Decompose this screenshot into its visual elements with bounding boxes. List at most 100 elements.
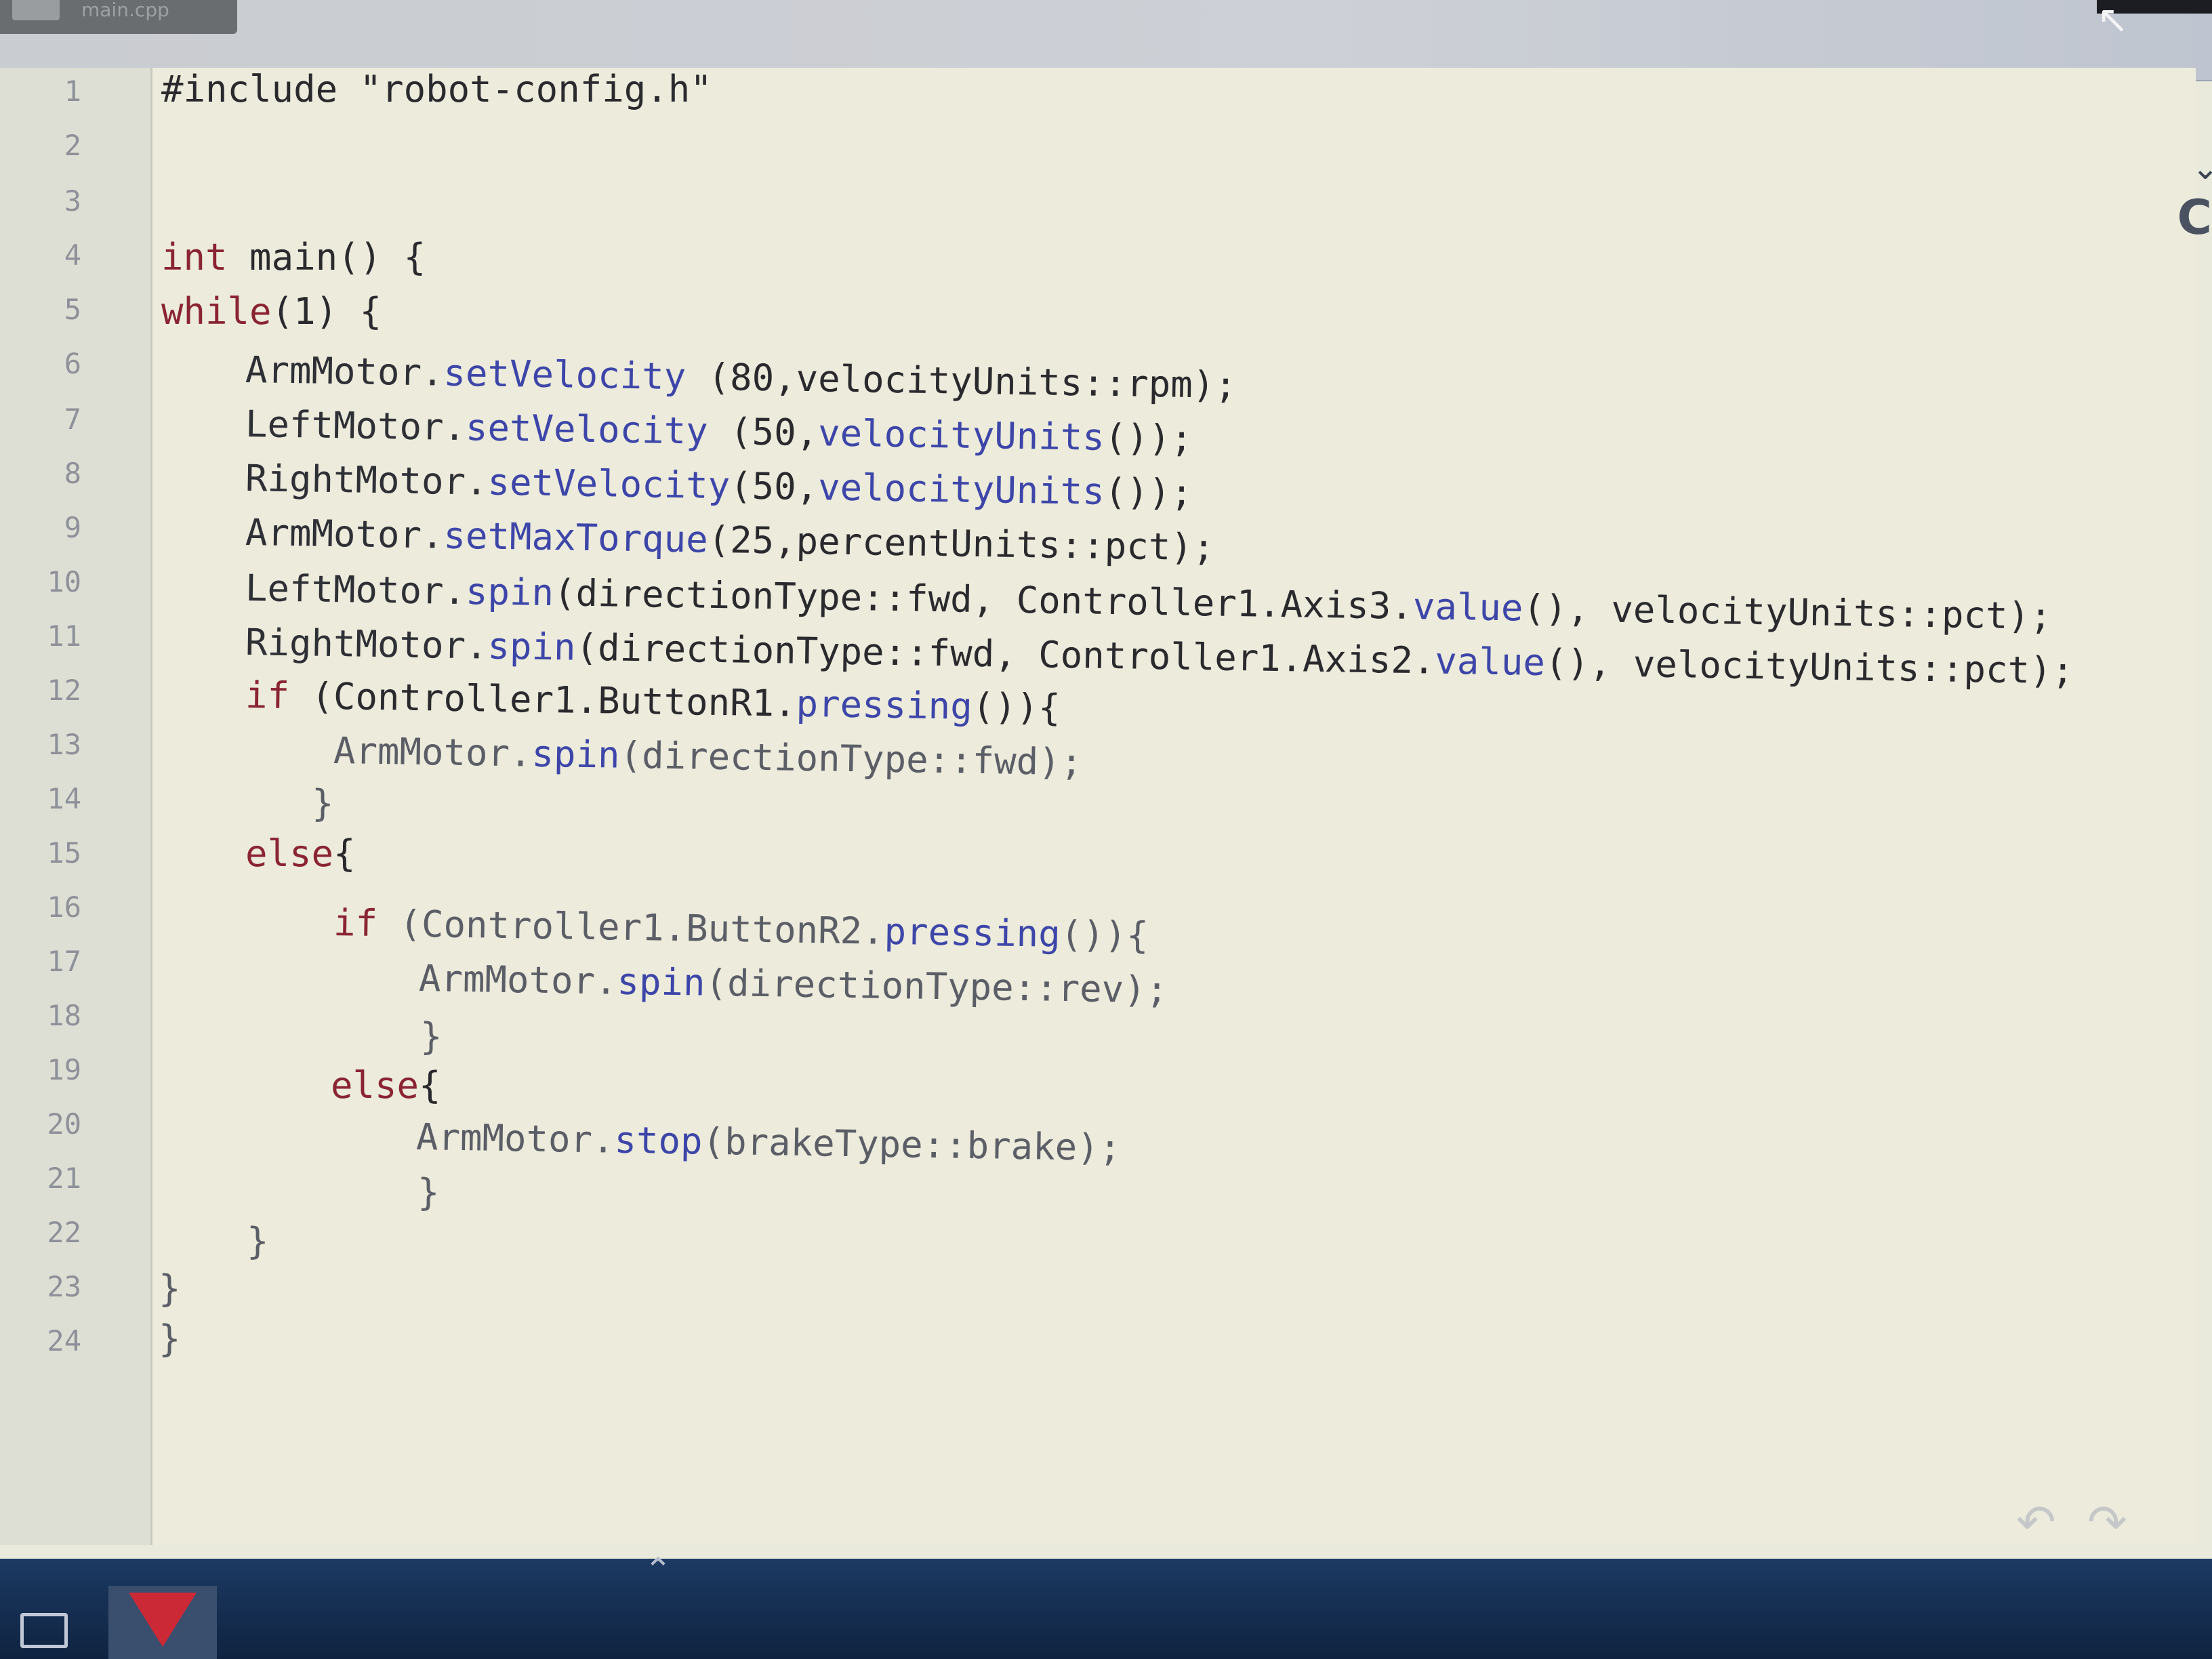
chevron-down-icon[interactable]: ⌄: [2192, 149, 2212, 187]
line-number: 11: [47, 619, 81, 653]
code-editor[interactable]: #include "robot-config.h" int main() { w…: [0, 68, 2196, 1545]
method-name: setVelocity: [465, 406, 709, 453]
code-line-17[interactable]: ArmMotor.spin(directionType::rev);: [419, 957, 1168, 1011]
method-name: setVelocity: [487, 460, 731, 508]
code-text: {: [419, 1064, 441, 1107]
object-name: ArmMotor.: [415, 1115, 615, 1162]
code-text: (80,velocityUnits::rpm);: [685, 355, 1237, 407]
line-number: 18: [47, 999, 81, 1032]
code-text: ());: [1104, 470, 1193, 514]
line-number: 6: [64, 347, 81, 380]
keyword: else: [331, 1064, 419, 1107]
code-line-24[interactable]: }: [159, 1317, 181, 1360]
closing-brace: }: [247, 1220, 269, 1263]
code-line-16[interactable]: if (Controller1.ButtonR2.pressing()){: [333, 901, 1149, 957]
code-text: (Controller1.ButtonR2.: [377, 902, 885, 953]
object-name: ArmMotor.: [418, 957, 618, 1003]
method-name: pressing: [796, 682, 973, 728]
code-text: main() {: [227, 236, 426, 279]
code-line-22[interactable]: }: [247, 1220, 269, 1263]
file-tab[interactable]: main.cpp: [0, 0, 237, 34]
undo-arrow-icon[interactable]: ↶: [2016, 1494, 2056, 1550]
code-line-23[interactable]: }: [159, 1267, 181, 1310]
screen: main.cpp ↖ #include "robot-config.h" int…: [0, 0, 2212, 1659]
line-number: 4: [64, 239, 81, 272]
object-name: LeftMotor.: [245, 403, 466, 449]
task-view-icon[interactable]: [20, 1613, 68, 1648]
code-line-12[interactable]: if (Controller1.ButtonR1.pressing()){: [245, 674, 1061, 729]
code-text: (directionType::fwd);: [619, 733, 1083, 784]
code-line-21[interactable]: }: [417, 1171, 440, 1214]
method-name: setVelocity: [443, 351, 687, 398]
code-text: (50,: [729, 464, 819, 509]
file-icon: [12, 0, 60, 20]
object-name: ArmMotor.: [245, 348, 445, 394]
code-line-15[interactable]: else{: [245, 832, 356, 875]
redo-arrow-icon[interactable]: ↷: [2087, 1494, 2127, 1550]
code-line-6[interactable]: ArmMotor.setVelocity (80,velocityUnits::…: [245, 348, 1237, 407]
code-line-1[interactable]: #include "robot-config.h": [161, 68, 712, 110]
keyword: while: [161, 290, 272, 333]
code-text: ()){: [972, 684, 1061, 729]
code-line-19[interactable]: else{: [331, 1064, 441, 1107]
line-number: 2: [64, 129, 81, 162]
object-name: ArmMotor.: [245, 511, 445, 557]
object-name: RightMotor.: [245, 621, 489, 668]
line-number: 7: [64, 403, 81, 436]
code-line-8[interactable]: RightMotor.setVelocity(50,velocityUnits(…: [245, 457, 1193, 514]
line-number: 15: [47, 836, 81, 869]
code-text: (directionType::fwd, Controller1.Axis3.: [553, 571, 1414, 628]
keyword: else: [245, 832, 334, 875]
line-number: 5: [64, 293, 81, 326]
code-line-18[interactable]: }: [420, 1015, 443, 1058]
code-text: ());: [1104, 415, 1193, 460]
line-number: 16: [47, 890, 81, 924]
line-number: 1: [64, 75, 81, 108]
side-panel-label[interactable]: C: [2177, 190, 2212, 245]
line-number: 24: [47, 1324, 81, 1357]
object-name: RightMotor.: [245, 457, 489, 504]
line-number: 22: [47, 1216, 81, 1249]
code-text: ()){: [1060, 912, 1149, 957]
code-line-5[interactable]: while(1) {: [161, 290, 382, 333]
code-text: (), velocityUnits::pct);: [1522, 586, 2053, 638]
code-text: (directionType::rev);: [705, 961, 1168, 1012]
file-tab-label: main.cpp: [81, 0, 169, 21]
function-name: velocityUnits: [817, 411, 1105, 459]
function-name: velocityUnits: [817, 466, 1105, 513]
taskbar: [0, 1559, 2212, 1659]
line-number: 14: [47, 782, 81, 815]
line-number: 3: [64, 184, 81, 218]
line-number: 8: [64, 457, 81, 490]
code-line-9[interactable]: ArmMotor.setMaxTorque(25,percentUnits::p…: [245, 511, 1215, 569]
keyword: if: [333, 901, 378, 945]
closing-brace: }: [312, 782, 334, 825]
line-number: 9: [64, 511, 81, 544]
include-directive: #include "robot-config.h": [161, 68, 712, 110]
code-line-13[interactable]: ArmMotor.spin(directionType::fwd);: [333, 729, 1083, 783]
chevron-up-icon[interactable]: ⌃: [644, 1551, 672, 1590]
code-text: {: [333, 832, 356, 875]
line-number: 19: [47, 1053, 81, 1086]
mouse-pointer-icon: ↖: [2097, 0, 2129, 42]
code-line-4[interactable]: int main() {: [161, 236, 426, 279]
line-number: 10: [47, 565, 81, 598]
code-line-20[interactable]: ArmMotor.stop(brakeType::brake);: [416, 1115, 1122, 1169]
keyword: int: [161, 236, 228, 279]
method-name: pressing: [884, 909, 1061, 956]
code-text: (directionType::fwd, Controller1.Axis2.: [575, 626, 1435, 682]
closing-brace: }: [159, 1267, 181, 1310]
method-name: spin: [617, 960, 706, 1004]
line-number: 21: [47, 1162, 81, 1195]
code-line-14[interactable]: }: [312, 782, 334, 825]
code-text: (), velocityUnits::pct);: [1544, 641, 2074, 693]
code-line-7[interactable]: LeftMotor.setVelocity (50,velocityUnits(…: [245, 403, 1193, 460]
closing-brace: }: [420, 1015, 443, 1058]
object-name: ArmMotor.: [333, 729, 533, 775]
closing-brace: }: [159, 1317, 181, 1360]
code-text: (25,percentUnits::pct);: [708, 518, 1215, 569]
method-name: setMaxTorque: [443, 514, 709, 561]
line-number: 20: [47, 1107, 81, 1141]
vex-app-taskbar-button[interactable]: [108, 1586, 217, 1659]
object-name: LeftMotor.: [245, 567, 466, 613]
